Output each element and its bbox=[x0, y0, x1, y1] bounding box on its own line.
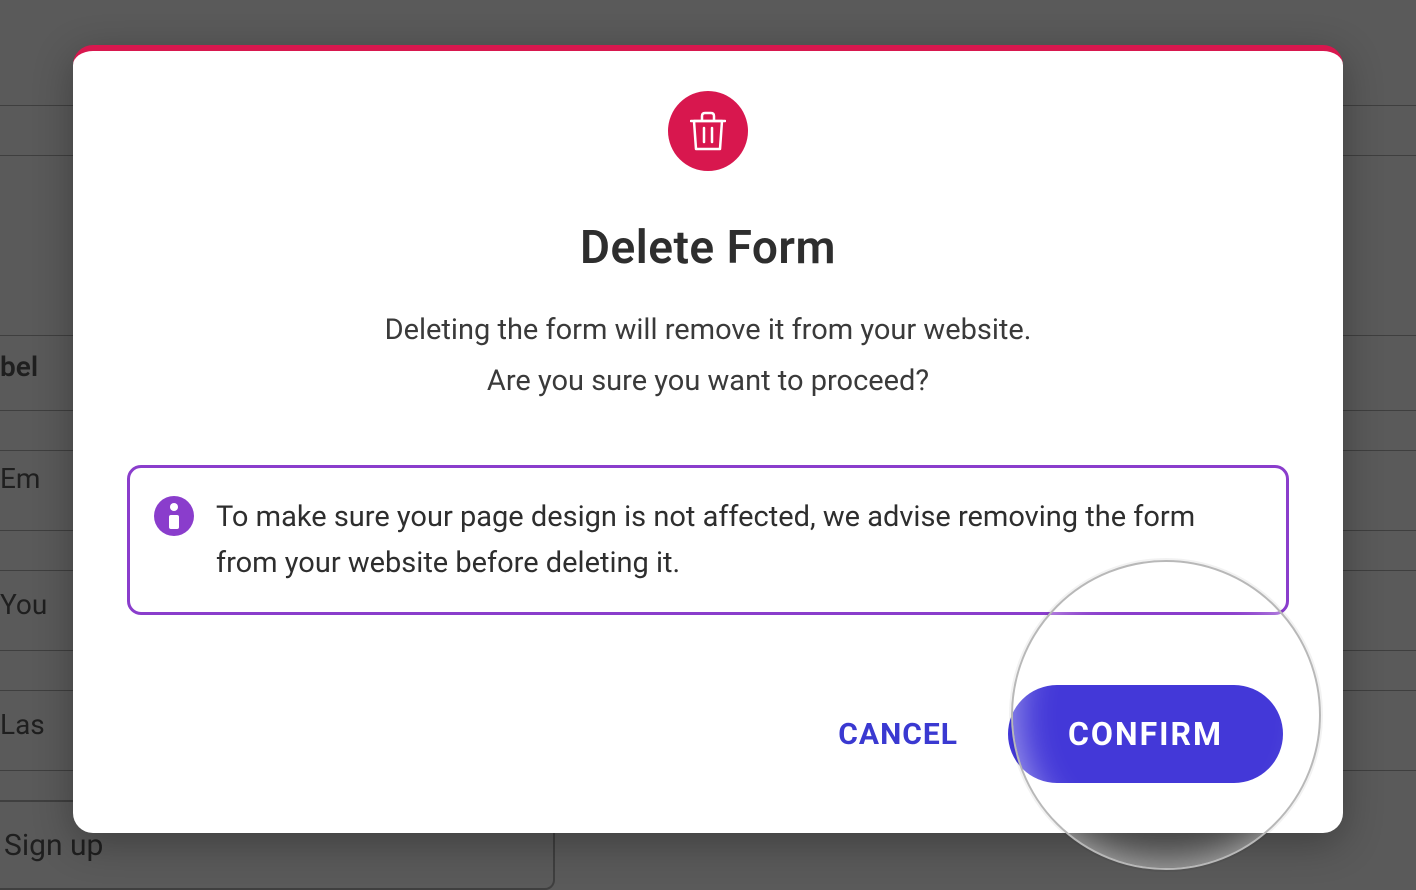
info-icon bbox=[154, 496, 194, 536]
info-text: To make sure your page design is not aff… bbox=[216, 494, 1254, 587]
confirm-button[interactable]: CONFIRM bbox=[1008, 685, 1283, 783]
cancel-button[interactable]: CANCEL bbox=[838, 717, 958, 752]
dialog-body-line1: Deleting the form will remove it from yo… bbox=[113, 305, 1303, 356]
info-callout: To make sure your page design is not aff… bbox=[127, 465, 1289, 616]
modal-overlay: Delete Form Deleting the form will remov… bbox=[0, 0, 1416, 890]
dialog-body-line2: Are you sure you want to proceed? bbox=[113, 356, 1303, 407]
delete-form-dialog: Delete Form Deleting the form will remov… bbox=[73, 45, 1343, 833]
dialog-body: Deleting the form will remove it from yo… bbox=[113, 305, 1303, 407]
dialog-title: Delete Form bbox=[113, 221, 1303, 275]
dialog-actions: CANCEL CONFIRM bbox=[113, 685, 1303, 783]
trash-icon bbox=[668, 91, 748, 171]
